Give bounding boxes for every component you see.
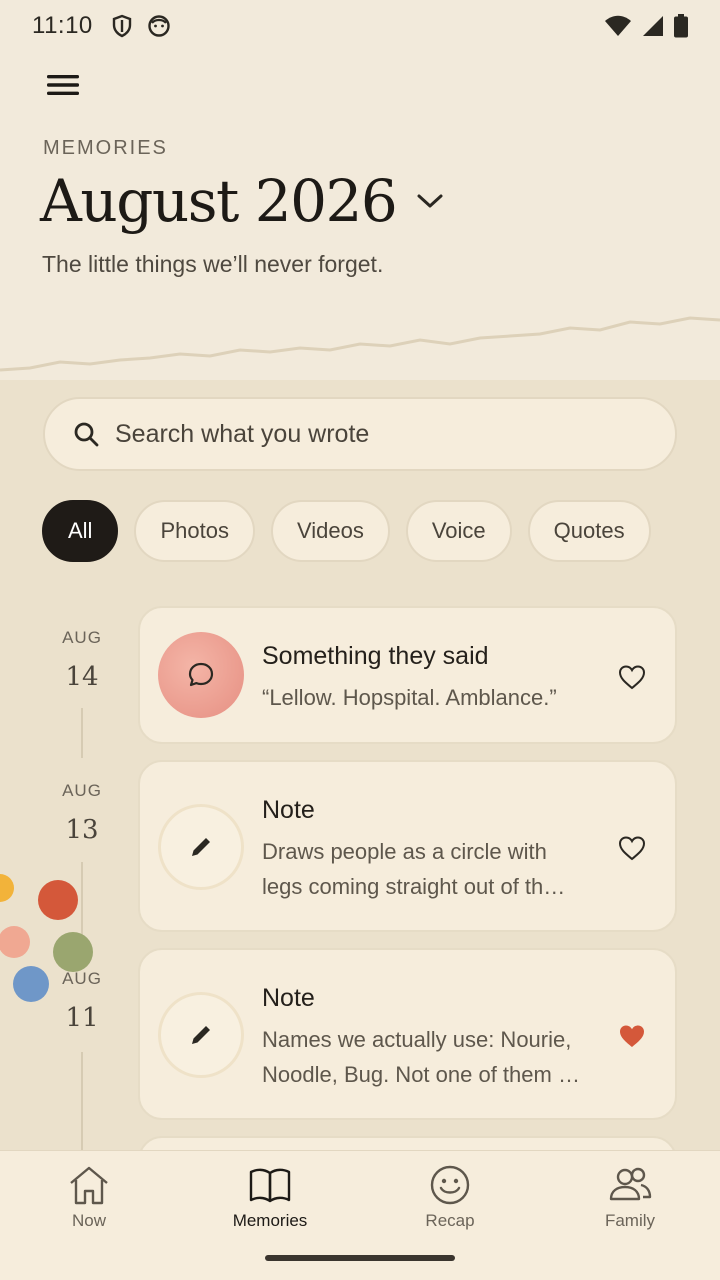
wifi-icon bbox=[605, 15, 631, 36]
signal-icon bbox=[643, 16, 663, 36]
month-selector[interactable]: August 2026 bbox=[40, 172, 444, 230]
pencil-icon bbox=[192, 838, 210, 856]
filter-chip-videos[interactable]: Videos bbox=[270, 500, 390, 562]
battery-icon bbox=[674, 14, 688, 38]
heart-filled-icon[interactable] bbox=[617, 1021, 647, 1051]
filter-chip-photos[interactable]: Photos bbox=[134, 500, 255, 562]
nav-label: Recap bbox=[425, 1211, 475, 1230]
card-body-line: Noodle, Bug. Not one of them … bbox=[262, 1062, 580, 1087]
card-body: “Lellow. Hopspital. Amblance.” bbox=[262, 685, 557, 710]
decorative-dots bbox=[0, 874, 93, 1002]
date-month: AUG bbox=[62, 781, 102, 800]
people-icon bbox=[609, 1167, 652, 1201]
filter-chip-all[interactable]: All bbox=[42, 500, 119, 562]
torn-paper-edge bbox=[0, 300, 720, 372]
nav-item-memories[interactable]: Memories bbox=[200, 1163, 340, 1231]
filter-chip-voice[interactable]: Voice bbox=[405, 500, 512, 562]
speech-bubble-icon bbox=[188, 662, 214, 687]
filter-chip-quotes[interactable]: Quotes bbox=[527, 500, 651, 562]
menu-button[interactable] bbox=[38, 62, 88, 108]
card-body: Draws people as a circle with legs comin… bbox=[262, 834, 602, 904]
timeline-line bbox=[81, 708, 83, 758]
search-input[interactable] bbox=[115, 419, 615, 449]
search-icon bbox=[74, 422, 99, 447]
entry-date: AUG 14 bbox=[42, 628, 122, 692]
nav-label: Now bbox=[71, 1211, 106, 1230]
card-title: Note bbox=[262, 984, 315, 1012]
note-avatar bbox=[158, 804, 244, 890]
card-body-line: Draws people as a circle with bbox=[262, 839, 547, 864]
hamburger-icon bbox=[47, 75, 79, 95]
memory-card[interactable]: Note Draws people as a circle with legs … bbox=[138, 760, 677, 932]
card-title: Something they said bbox=[262, 642, 489, 670]
section-overline: MEMORIES bbox=[43, 137, 168, 159]
note-avatar bbox=[158, 992, 244, 1078]
card-body-line: Names we actually use: Nourie, bbox=[262, 1027, 572, 1052]
status-time: 11:10 bbox=[32, 12, 93, 39]
status-bar: 11:10 bbox=[0, 0, 720, 52]
timeline-line bbox=[81, 1052, 83, 1150]
chevron-down-icon[interactable] bbox=[416, 192, 444, 210]
nav-item-recap[interactable]: Recap bbox=[380, 1163, 520, 1231]
filter-chips: All Photos Videos Voice Quotes bbox=[42, 500, 651, 562]
nav-label: Family bbox=[604, 1211, 656, 1230]
smile-icon bbox=[430, 1165, 470, 1205]
quote-avatar bbox=[158, 632, 244, 718]
nav-item-family[interactable]: Family bbox=[560, 1163, 700, 1231]
book-icon bbox=[249, 1168, 291, 1203]
search-bar[interactable] bbox=[43, 397, 677, 471]
page-title: August 2026 bbox=[40, 167, 398, 235]
card-body-line: legs coming straight out of th… bbox=[262, 874, 566, 899]
memory-card[interactable]: Note Names we actually use: Nourie, Nood… bbox=[138, 948, 677, 1120]
heart-outline-icon[interactable] bbox=[617, 833, 647, 863]
nav-item-now[interactable]: Now bbox=[19, 1163, 159, 1231]
shield-icon bbox=[112, 14, 131, 38]
nav-label: Memories bbox=[232, 1211, 308, 1230]
home-indicator[interactable] bbox=[265, 1255, 455, 1261]
entry-date: AUG 13 bbox=[42, 781, 122, 845]
date-day: 14 bbox=[65, 662, 99, 692]
face-icon bbox=[148, 15, 170, 37]
home-icon bbox=[70, 1166, 108, 1205]
card-title: Note bbox=[262, 796, 315, 824]
pencil-icon bbox=[192, 1026, 210, 1044]
date-day: 13 bbox=[65, 815, 99, 845]
heart-outline-icon[interactable] bbox=[617, 662, 647, 692]
memory-card[interactable]: Something they said “Lellow. Hopspital. … bbox=[138, 606, 677, 744]
page-subtitle: The little things we’ll never forget. bbox=[42, 251, 384, 277]
date-month: AUG bbox=[62, 628, 102, 647]
card-body: Names we actually use: Nourie, Noodle, B… bbox=[262, 1022, 602, 1092]
